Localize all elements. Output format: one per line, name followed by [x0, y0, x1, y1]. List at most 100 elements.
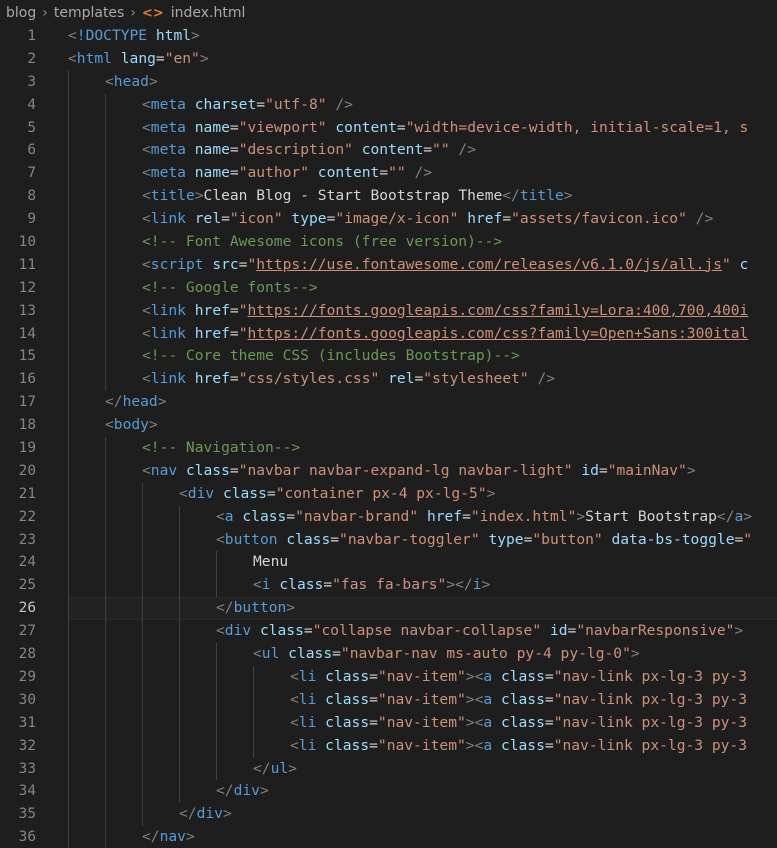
line-number: 28	[18, 646, 36, 663]
code-line[interactable]: 8 <title>Clean Blog - Start Bootstrap The…	[0, 185, 777, 209]
line-number: 36	[18, 829, 36, 846]
code-line[interactable]: 36 </nav>	[0, 826, 777, 848]
code-token: "nav-item"	[377, 667, 466, 685]
code-token: li	[298, 713, 317, 731]
code-token: html	[76, 49, 112, 67]
code-content: </button>	[216, 597, 295, 620]
code-token: <	[142, 118, 151, 136]
line-number: 32	[18, 737, 36, 754]
code-line[interactable]: 15 <!-- Core theme CSS (includes Bootstra…	[0, 345, 777, 369]
code-editor[interactable]: 1 <!DOCTYPE html> 2 <html lang="en"> 3 <head>…	[0, 25, 777, 848]
code-content: <ul class="navbar-nav ms-auto py-4 py-lg…	[253, 643, 640, 666]
code-line[interactable]: 34 </div>	[0, 780, 777, 804]
code-line[interactable]: 2 <html lang="en">	[0, 48, 777, 71]
code-token: link	[150, 370, 186, 388]
code-line[interactable]: 14 <link href="https://fonts.googleapis.c…	[0, 322, 777, 346]
indent-guide	[105, 459, 106, 483]
code-line[interactable]: 6 <meta name="description" content="" />	[0, 139, 777, 163]
code-line[interactable]: 4 <meta charset="utf-8" />	[0, 93, 777, 117]
line-number: 9	[27, 211, 36, 228]
code-line[interactable]: 21 <div class="container px-4 px-lg-5">	[0, 482, 777, 506]
indent-guide	[179, 620, 180, 644]
indent-guide	[68, 368, 69, 392]
code-token: ></	[446, 576, 473, 594]
code-token: <	[253, 645, 262, 663]
code-token: >	[630, 645, 640, 663]
code-token: =	[423, 141, 433, 159]
code-line[interactable]: 25 <i class="fas fa-bars"></i>	[0, 574, 777, 598]
code-token: href	[467, 210, 503, 228]
code-line[interactable]: 20 <nav class="navbar navbar-expand-lg na…	[0, 459, 777, 483]
indent-guide	[216, 688, 217, 712]
code-token: link	[150, 301, 186, 319]
indent-guide	[142, 597, 143, 621]
code-token: </	[216, 782, 234, 800]
code-token: class	[286, 530, 331, 548]
indent-guide	[105, 665, 106, 689]
line-number: 20	[18, 462, 36, 479]
code-line[interactable]: 3 <head>	[0, 70, 777, 94]
code-line[interactable]: 7 <meta name="author" content="" />	[0, 162, 777, 186]
code-token: "mainNav"	[607, 461, 687, 479]
code-token: <	[290, 667, 299, 685]
indent-guide	[68, 208, 69, 232]
code-token: <	[68, 49, 77, 67]
code-line[interactable]: 23 <button class="navbar-toggler" type="b…	[0, 528, 777, 552]
code-token: "container px-4 px-lg-5"	[275, 484, 487, 502]
breadcrumb-file[interactable]: index.html	[171, 5, 246, 21]
indent-guide	[68, 231, 69, 254]
code-line[interactable]: 1 <!DOCTYPE html>	[0, 25, 777, 48]
code-line[interactable]: 12 <!-- Google fonts-->	[0, 276, 777, 300]
indent-guide	[105, 711, 106, 735]
code-token: "image/x-icon"	[335, 210, 459, 228]
code-content: <li class="nav-item"><a class="nav-link …	[290, 666, 747, 689]
indent-guide	[179, 734, 180, 758]
code-token: a	[483, 690, 493, 708]
code-line[interactable]: 30 <li class="nav-item"><a class="nav-lin…	[0, 688, 777, 712]
code-token: href	[194, 301, 230, 319]
code-line[interactable]: 10 <!-- Font Awesome icons (free version)…	[0, 231, 777, 254]
code-line[interactable]: 33 </ul>	[0, 757, 777, 781]
breadcrumb-folder-templates[interactable]: templates	[54, 5, 125, 21]
breadcrumb-folder-blog[interactable]: blog	[6, 5, 36, 21]
code-token: </	[179, 805, 197, 823]
code-line[interactable]: 29 <li class="nav-item"><a class="nav-lin…	[0, 665, 777, 689]
code-token: "collapse navbar-collapse"	[312, 622, 542, 640]
code-token: <	[290, 690, 299, 708]
code-line[interactable]: 18 <body>	[0, 414, 777, 438]
indent-guide	[105, 505, 106, 529]
code-line[interactable]: 17 </head>	[0, 391, 777, 415]
code-line[interactable]: 19 <!-- Navigation-->	[0, 437, 777, 460]
code-token: =	[544, 736, 554, 754]
code-token[interactable]: https://fonts.googleapis.com/css?family=…	[248, 325, 749, 342]
code-token: =	[303, 622, 313, 640]
code-line[interactable]: 32 <li class="nav-item"><a class="nav-lin…	[0, 734, 777, 758]
code-line[interactable]: 26 </button>	[0, 597, 777, 621]
code-line[interactable]: 9 <link rel="icon" type="image/x-icon" hr…	[0, 208, 777, 232]
code-line[interactable]: 28 <ul class="navbar-nav ms-auto py-4 py-…	[0, 643, 777, 666]
code-line[interactable]: 11 <script src="https://use.fontawesome.c…	[0, 253, 777, 277]
line-number: 6	[27, 142, 36, 159]
code-line[interactable]: 35 </div>	[0, 803, 777, 827]
code-token: head	[113, 72, 149, 90]
code-token: "navbar-toggler"	[339, 530, 480, 548]
code-token: "nav-link px-lg-3 py-3	[553, 667, 747, 685]
indent-guide	[68, 459, 69, 483]
code-token[interactable]: https://use.fontawesome.com/releases/v6.…	[256, 256, 722, 273]
code-token[interactable]: https://fonts.googleapis.com/css?family=…	[248, 302, 749, 319]
code-line[interactable]: 5 <meta name="viewport" content="width=de…	[0, 116, 777, 140]
code-token: =	[229, 370, 239, 388]
code-line[interactable]: 31 <li class="nav-item"><a class="nav-lin…	[0, 711, 777, 735]
code-line[interactable]: 27 <div class="collapse navbar-collapse" …	[0, 620, 777, 644]
code-line[interactable]: 13 <link href="https://fonts.googleapis.c…	[0, 299, 777, 323]
code-line[interactable]: 24 Menu	[0, 551, 777, 575]
code-content: <!-- Google fonts-->	[142, 277, 318, 300]
code-line[interactable]: 16 <link href="css/styles.css" rel="style…	[0, 368, 777, 392]
code-content: <link href="css/styles.css" rel="stylesh…	[142, 368, 555, 391]
code-line[interactable]: 22 <a class="navbar-brand" href="index.ht…	[0, 505, 777, 529]
